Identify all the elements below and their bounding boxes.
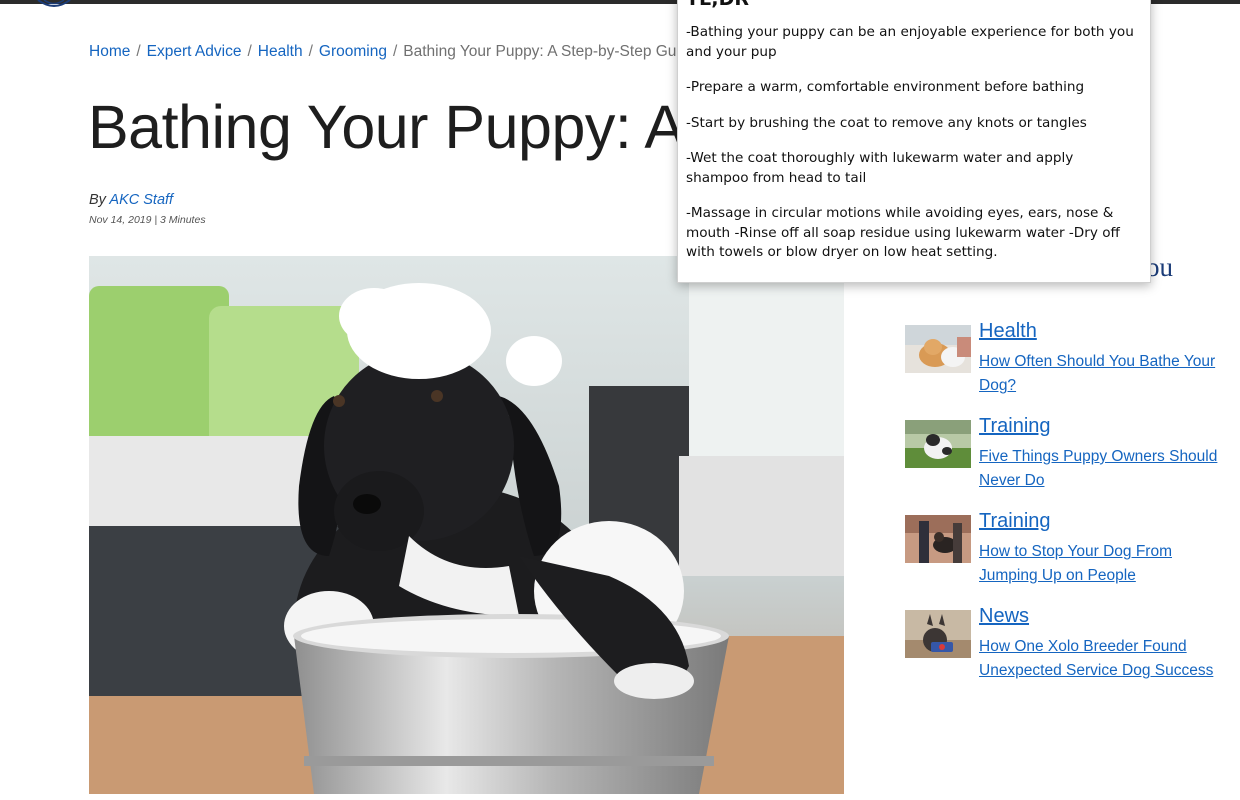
related-headline[interactable]: How Often Should You Bathe Your Dog? — [979, 350, 1229, 398]
related-article-item[interactable]: Health How Often Should You Bathe Your D… — [905, 320, 1235, 405]
article-meta: Nov 14, 2019 | 3 Minutes — [89, 214, 206, 226]
breadcrumb-home[interactable]: Home — [89, 43, 130, 60]
related-headline[interactable]: Five Things Puppy Owners Should Never Do — [979, 445, 1229, 493]
tldr-popup: TL;DR -Bathing your puppy can be an enjo… — [677, 0, 1151, 283]
author-link[interactable]: AKC Staff — [109, 192, 173, 208]
tldr-title: TL;DR — [686, 0, 1140, 10]
related-category-training[interactable]: Training — [979, 415, 1051, 438]
hero-image — [89, 256, 844, 794]
breadcrumb-separator: / — [136, 43, 141, 60]
breadcrumb-separator: / — [308, 43, 313, 60]
related-category-news[interactable]: News — [979, 605, 1029, 628]
byline-prefix: By — [89, 192, 106, 208]
tldr-item: -Massage in circular motions while avoid… — [686, 205, 1120, 260]
related-thumbnail[interactable] — [905, 420, 971, 468]
tldr-item: -Bathing your puppy can be an enjoyable … — [686, 24, 1134, 60]
article-byline: By AKC Staff — [89, 192, 173, 208]
akc-logo-icon[interactable] — [36, 0, 72, 8]
breadcrumb-health[interactable]: Health — [258, 43, 303, 60]
breadcrumb-separator: / — [392, 43, 398, 60]
article-title: Bathing Your Puppy: A S — [88, 93, 738, 161]
related-thumbnail[interactable] — [905, 515, 971, 563]
tldr-item: -Wet the coat thoroughly with lukewarm w… — [686, 150, 1074, 186]
related-headline[interactable]: How One Xolo Breeder Found Unexpected Se… — [979, 635, 1229, 683]
tldr-item: -Prepare a warm, comfortable environment… — [686, 79, 1085, 95]
meta-separator: | — [154, 214, 158, 226]
breadcrumb-grooming[interactable]: Grooming — [319, 43, 387, 60]
tldr-item: -Start by brushing the coat to remove an… — [686, 114, 1087, 131]
read-time: 3 Minutes — [160, 214, 206, 226]
related-thumbnail[interactable] — [905, 610, 971, 658]
related-article-item[interactable]: Training Five Things Puppy Owners Should… — [905, 415, 1235, 500]
breadcrumb: Home / Expert Advice / Health / Grooming / Bathi… — [89, 43, 697, 61]
related-headline[interactable]: How to Stop Your Dog From Jumping Up on … — [979, 540, 1229, 588]
related-thumbnail[interactable] — [905, 325, 971, 373]
breadcrumb-expert-advice[interactable]: Expert Advice — [147, 43, 242, 60]
article-date: Nov 14, 2019 — [89, 214, 152, 226]
related-article-item[interactable]: Training How to Stop Your Dog From Jumpi… — [905, 510, 1235, 595]
related-category-training[interactable]: Training — [979, 510, 1051, 533]
related-category-health[interactable]: Health — [979, 320, 1037, 343]
related-article-item[interactable]: News How One Xolo Breeder Found Unexpect… — [905, 605, 1235, 690]
breadcrumb-separator: / — [247, 43, 252, 60]
breadcrumb-current: Bathing Your Puppy: A Step-by-Step Guide — [403, 43, 698, 60]
